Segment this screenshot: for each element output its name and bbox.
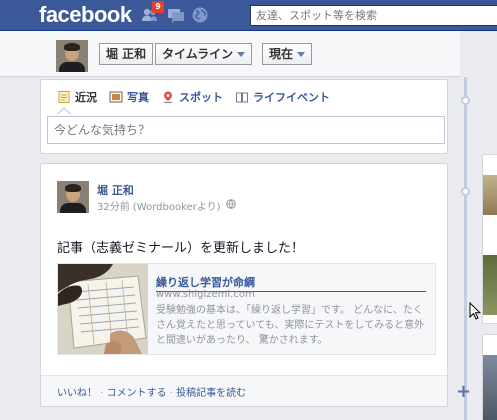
tab-place[interactable]: スポット	[161, 89, 223, 105]
add-to-timeline-icon[interactable]: +	[456, 383, 471, 401]
composer-tabs: 近況 写真 スポット ライフイベント	[41, 80, 447, 113]
timeline-spine	[464, 77, 467, 420]
tab-photo[interactable]: 写真	[109, 89, 149, 105]
period-dropdown-label: 現在	[269, 47, 294, 61]
profile-name-label: 堀 正和	[106, 47, 147, 61]
link-attachment[interactable]: 繰り返し学習が命綱 www.shigizemi.com 受験勉強の基本は、「繰り…	[57, 263, 436, 355]
search-input[interactable]: 友達、スポット等を検索	[250, 5, 497, 26]
life-event-icon	[235, 90, 249, 104]
tab-life-event-label: ライフイベント	[253, 90, 330, 104]
mouse-cursor	[469, 301, 482, 323]
chevron-down-icon	[297, 51, 306, 57]
tab-status-label: 近況	[75, 90, 97, 104]
chevron-down-icon	[237, 51, 246, 57]
post-timestamp[interactable]: 32分前 (Wordbookerより)	[97, 198, 221, 213]
timeline-header: 堀 正和 タイムライン 現在	[0, 31, 460, 77]
timeline-dot	[461, 96, 470, 105]
like-link[interactable]: いいね！	[57, 388, 97, 399]
right-column-peek	[482, 79, 497, 420]
profile-name-button[interactable]: 堀 正和	[99, 43, 154, 65]
action-separator: ·	[166, 388, 177, 399]
tab-place-label: スポット	[179, 90, 223, 104]
post-author-link[interactable]: 堀 正和	[97, 182, 134, 198]
place-icon	[161, 90, 175, 104]
action-separator: ·	[97, 388, 107, 399]
attachment-thumbnail[interactable]	[58, 264, 148, 354]
timeline-dropdown-label: タイムライン	[162, 47, 234, 61]
tab-status[interactable]: 近況	[57, 89, 97, 105]
status-icon	[57, 90, 71, 104]
period-dropdown[interactable]: 現在	[262, 43, 313, 65]
top-navigation-bar: facebook 9 友達、スポット等を検索	[0, 0, 497, 31]
status-composer: 近況 写真 スポット ライフイベント 今どんな気持ち？	[40, 79, 448, 154]
profile-avatar[interactable]	[56, 40, 88, 72]
notifications-globe-icon[interactable]	[191, 6, 209, 24]
post-message: 記事（志義ゼミナール）を更新しました！	[57, 241, 305, 256]
timeline-post: 堀 正和 32分前 (Wordbookerより) 記事（志義ゼミナール）を更新し…	[40, 163, 448, 407]
friend-requests-badge: 9	[152, 1, 164, 13]
timeline-dropdown[interactable]: タイムライン	[155, 43, 253, 65]
post-author-avatar[interactable]	[57, 181, 89, 213]
post-actions-bar: いいね！ · コメントする · 投稿記事を読む	[41, 375, 447, 406]
right-post-card[interactable]	[482, 334, 497, 420]
facebook-logo[interactable]: facebook	[39, 2, 132, 28]
privacy-globe-icon[interactable]	[225, 199, 236, 212]
tab-life-event[interactable]: ライフイベント	[235, 89, 330, 105]
status-input[interactable]: 今どんな気持ち？	[47, 116, 445, 144]
post-meta: 32分前 (Wordbookerより)	[97, 198, 236, 213]
read-article-link[interactable]: 投稿記事を読む	[176, 388, 246, 399]
tab-photo-label: 写真	[127, 90, 149, 104]
comment-link[interactable]: コメントする	[107, 388, 167, 399]
right-post-card[interactable]	[482, 154, 497, 324]
messages-icon[interactable]	[167, 6, 185, 24]
timeline-dot	[461, 187, 470, 196]
attachment-url: www.shigizemi.com	[156, 289, 255, 300]
attachment-description: 受験勉強の基本は、「繰り返し学習」です。 どんなに、たくさん覚えたと思っていても…	[156, 305, 425, 346]
photo-icon	[109, 90, 123, 104]
